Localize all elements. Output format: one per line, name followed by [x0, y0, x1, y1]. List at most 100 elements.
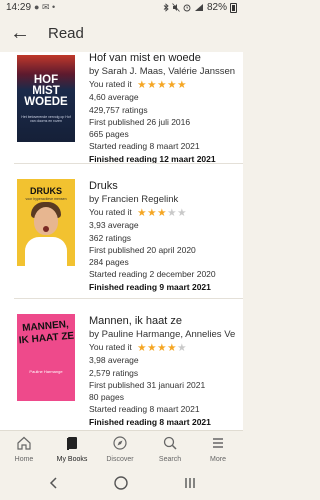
dot-icon: •: [52, 2, 56, 12]
rating-stars[interactable]: ★★★★★: [137, 79, 187, 91]
alarm-icon: [183, 4, 191, 12]
star-icon[interactable]: ★: [177, 342, 187, 354]
battery-percent: 82%: [206, 2, 227, 13]
notification-icons: ● ✉ •: [34, 2, 55, 13]
nav-discover[interactable]: Discover: [96, 431, 144, 468]
book-title[interactable]: Hof van mist en woede: [89, 51, 239, 65]
status-time: 14:29: [6, 2, 32, 13]
page-count: 284 pages: [89, 257, 129, 268]
star-icon[interactable]: ★: [157, 207, 167, 219]
cover-figure: [43, 226, 49, 232]
cover-subtitle: Het betoverende vervolg op Hof van doorn…: [21, 115, 71, 123]
star-icon[interactable]: ★: [167, 342, 177, 354]
search-icon: [146, 435, 194, 453]
book-item[interactable]: MANNEN, IK HAAT ZE Pauline Harmange Mann…: [0, 298, 243, 428]
home-circle-icon[interactable]: [112, 475, 130, 491]
cover-subtitle: voor hyperactieve mensen: [25, 197, 67, 201]
bottom-nav: Home My Books Discover Search More: [0, 430, 243, 467]
cover-title: DRUKS: [29, 186, 62, 196]
app-header: ← Read: [0, 16, 243, 52]
star-icon[interactable]: ★: [167, 207, 177, 219]
star-icon[interactable]: ★: [177, 79, 187, 91]
nav-label: Home: [14, 456, 34, 463]
star-icon[interactable]: ★: [157, 79, 167, 91]
email-icon: ✉: [41, 2, 50, 12]
first-published: First published 26 juli 2016: [89, 116, 191, 127]
system-nav-bar: [0, 467, 243, 500]
finished-reading: Finished reading 8 maart 2021: [89, 416, 211, 427]
user-rating: You rated it ★★★★★: [89, 206, 239, 219]
page-count: 80 pages: [89, 392, 124, 403]
status-bar: 14:29 ● ✉ • 82%: [0, 0, 243, 16]
book-icon: [48, 435, 96, 453]
page-count: 665 pages: [89, 129, 129, 140]
ratings-count: 2,579 ratings: [89, 367, 139, 378]
star-icon[interactable]: ★: [157, 342, 167, 354]
book-list[interactable]: HOF MIST WOEDE Het betoverende vervolg o…: [0, 0, 243, 430]
book-cover[interactable]: HOF MIST WOEDE Het betoverende vervolg o…: [17, 55, 75, 142]
book-info: Mannen, ik haat ze by Pauline Harmange, …: [89, 314, 239, 428]
nav-home[interactable]: Home: [0, 431, 48, 468]
cover-figure: [25, 237, 67, 266]
book-author[interactable]: by Francien Regelink: [89, 193, 239, 206]
home-icon: [0, 435, 48, 453]
ratings-count: 429,757 ratings: [89, 104, 148, 115]
system-status-icons: 82%: [163, 2, 237, 13]
average-rating: 3,98 average: [89, 355, 139, 366]
star-icon[interactable]: ★: [147, 79, 157, 91]
star-icon[interactable]: ★: [137, 79, 147, 91]
menu-icon: [194, 435, 242, 453]
nav-label: Search: [158, 456, 182, 463]
book-info: Druks by Francien Regelink You rated it …: [89, 179, 239, 293]
star-icon[interactable]: ★: [177, 207, 187, 219]
page-title: Read: [48, 25, 84, 42]
rating-stars[interactable]: ★★★★★: [137, 207, 187, 219]
book-cover[interactable]: DRUKS voor hyperactieve mensen: [17, 179, 75, 266]
nav-label: My Books: [56, 456, 88, 463]
rating-stars[interactable]: ★★★★★: [137, 342, 187, 354]
mute-icon: [172, 3, 180, 12]
star-icon[interactable]: ★: [147, 207, 157, 219]
first-published: First published 31 januari 2021: [89, 379, 206, 390]
rated-label: You rated it: [89, 207, 132, 217]
first-published: First published 20 april 2020: [89, 244, 196, 255]
compass-icon: [96, 435, 144, 453]
average-rating: 3,93 average: [89, 220, 139, 231]
rated-label: You rated it: [89, 79, 132, 89]
book-title[interactable]: Druks: [89, 179, 239, 193]
star-icon[interactable]: ★: [137, 207, 147, 219]
recents-icon[interactable]: [181, 475, 199, 491]
cover-title-line: WOEDE: [24, 96, 68, 108]
book-info: Hof van mist en woede by Sarah J. Maas, …: [89, 51, 239, 165]
battery-icon: [230, 2, 237, 13]
star-icon[interactable]: ★: [137, 342, 147, 354]
started-reading: Started reading 2 december 2020: [89, 269, 216, 280]
rated-label: You rated it: [89, 342, 132, 352]
book-author[interactable]: by Sarah J. Maas, Valérie Janssen: [89, 65, 239, 78]
back-arrow-icon[interactable]: ←: [10, 21, 30, 45]
ratings-count: 362 ratings: [89, 232, 132, 243]
star-icon[interactable]: ★: [167, 79, 177, 91]
star-icon[interactable]: ★: [147, 342, 157, 354]
book-item[interactable]: DRUKS voor hyperactieve mensen Druks by …: [0, 163, 243, 293]
book-item[interactable]: HOF MIST WOEDE Het betoverende vervolg o…: [0, 39, 243, 169]
signal-icon: [194, 4, 203, 11]
started-reading: Started reading 8 maart 2021: [89, 141, 200, 152]
nav-search[interactable]: Search: [146, 431, 194, 468]
book-cover[interactable]: MANNEN, IK HAAT ZE Pauline Harmange: [17, 314, 75, 401]
started-reading: Started reading 8 maart 2021: [89, 404, 200, 415]
nav-label: Discover: [106, 456, 134, 463]
nav-more[interactable]: More: [194, 431, 242, 468]
book-author[interactable]: by Pauline Harmange, Annelies Ve: [89, 328, 239, 341]
finished-reading: Finished reading 9 maart 2021: [89, 281, 211, 292]
nav-my-books[interactable]: My Books: [48, 431, 96, 468]
book-title[interactable]: Mannen, ik haat ze: [89, 314, 239, 328]
message-icon: ●: [34, 2, 40, 12]
nav-label: More: [210, 456, 226, 463]
average-rating: 4,60 average: [89, 92, 139, 103]
user-rating: You rated it ★★★★★: [89, 78, 239, 91]
user-rating: You rated it ★★★★★: [89, 341, 239, 354]
back-chevron-icon[interactable]: [45, 475, 63, 491]
bluetooth-icon: [163, 3, 169, 12]
cover-subtitle: Pauline Harmange: [29, 369, 63, 374]
